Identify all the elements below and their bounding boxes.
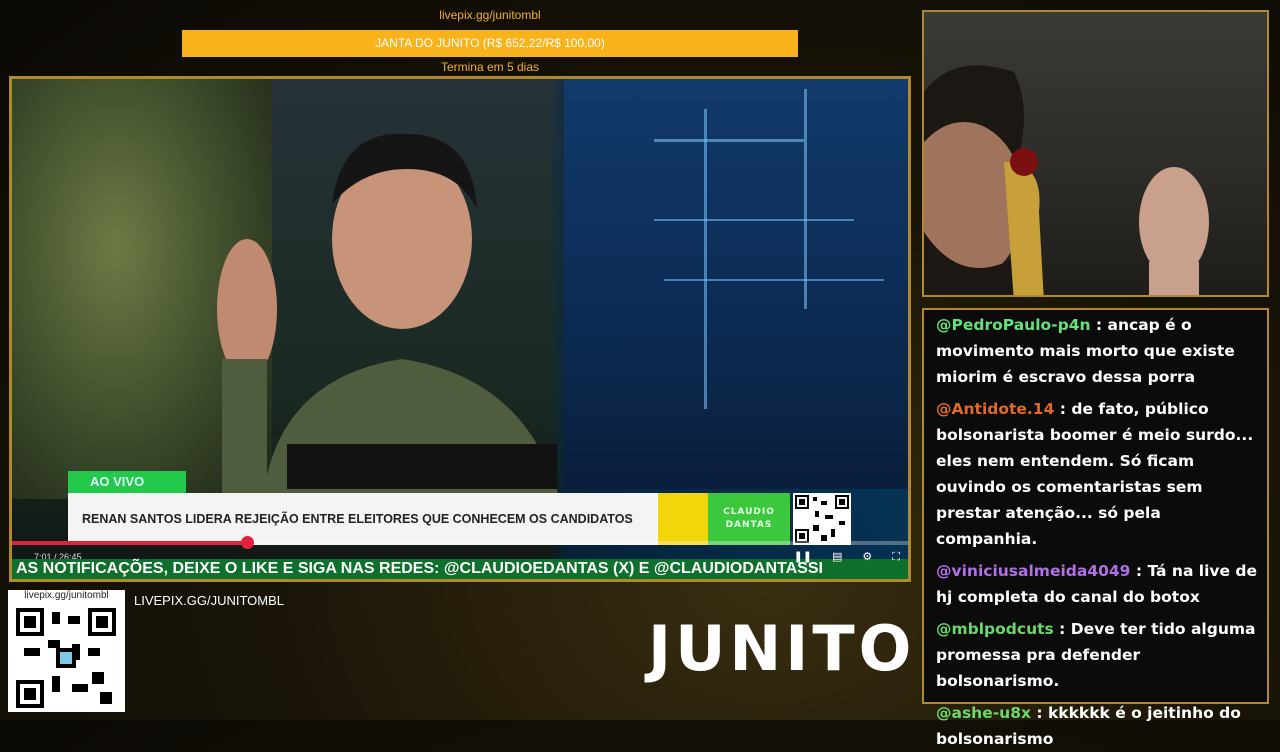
- chat-username[interactable]: @Antidote.14: [936, 400, 1054, 418]
- goal-title: JANTA DO JUNITO (R$ 652,22/R$ 100,00): [375, 36, 605, 50]
- video-progress-fill: [12, 541, 247, 545]
- fullscreen-icon[interactable]: ⛶: [892, 550, 900, 564]
- laptop: [287, 444, 557, 489]
- live-badge: AO VIVO: [68, 471, 186, 493]
- headline-text: RENAN SANTOS LIDERA REJEIÇÃO ENTRE ELEIT…: [82, 512, 633, 526]
- chat-message: @Antidote.14 : de fato, público bolsonar…: [936, 396, 1259, 552]
- webcam-feed: [922, 10, 1269, 297]
- pause-icon[interactable]: ❚❚: [794, 550, 812, 564]
- goal-progress-bar: JANTA DO JUNITO (R$ 652,22/R$ 100,00): [182, 30, 798, 57]
- qr-caption: livepix.gg/junitombl: [24, 590, 109, 601]
- chat-text: : de fato, público bolsonarista boomer é…: [936, 400, 1254, 548]
- chat-message: @mblpodcuts : Deve ter tido alguma prome…: [936, 616, 1259, 694]
- chat-username[interactable]: @mblpodcuts: [936, 620, 1054, 638]
- streamer-figure: [924, 65, 1044, 295]
- chat-message-list: @PedroPaulo-p4n : ancap é o movimento ma…: [924, 310, 1267, 752]
- streamer-hands: [1139, 167, 1209, 295]
- chat-message: @ashe-u8x : kkkkkk é o jeitinho do bolso…: [936, 700, 1259, 752]
- banner-accent: [658, 493, 708, 545]
- junito-logo: JUNITO: [648, 612, 916, 685]
- chat-message: @PedroPaulo-p4n : ancap é o movimento ma…: [936, 312, 1259, 390]
- captions-icon[interactable]: ▤: [832, 550, 842, 564]
- qr-code-small: [793, 493, 851, 545]
- channel-logo: CLAUDIO DANTAS: [708, 493, 790, 545]
- chat-message: @viniciusalmeida4049 : Tá na live de hj …: [936, 558, 1259, 610]
- qr-code: [16, 608, 116, 708]
- chat-username[interactable]: @PedroPaulo-p4n: [936, 316, 1091, 334]
- livepix-qr-card: livepix.gg/junitombl: [8, 590, 125, 712]
- video-player[interactable]: AO VIVO RENAN SANTOS LIDERA REJEIÇÃO ENT…: [9, 76, 911, 582]
- goal-ends-in: Termina em 5 dias: [440, 60, 540, 74]
- goal-url: livepix.gg/junitombl: [439, 8, 541, 22]
- chat-username[interactable]: @viniciusalmeida4049: [936, 562, 1130, 580]
- headline-banner: RENAN SANTOS LIDERA REJEIÇÃO ENTRE ELEIT…: [68, 493, 658, 545]
- livepix-link: LIVEPIX.GG/JUNITOMBL: [134, 593, 285, 608]
- video-progress-bar[interactable]: [12, 536, 908, 549]
- ticker-text: AS NOTIFICAÇÕES, DEIXE O LIKE E SIGA NAS…: [16, 560, 823, 577]
- chat-panel: @PedroPaulo-p4n : ancap é o movimento ma…: [922, 308, 1269, 748]
- video-scrubber-handle[interactable]: [240, 536, 254, 549]
- chat-username[interactable]: @ashe-u8x: [936, 704, 1031, 722]
- player-controls: ❚❚ ▤ ⚙ ⛶: [794, 550, 900, 564]
- news-ticker: AS NOTIFICAÇÕES, DEIXE O LIKE E SIGA NAS…: [12, 559, 908, 579]
- settings-icon[interactable]: ⚙: [862, 550, 872, 564]
